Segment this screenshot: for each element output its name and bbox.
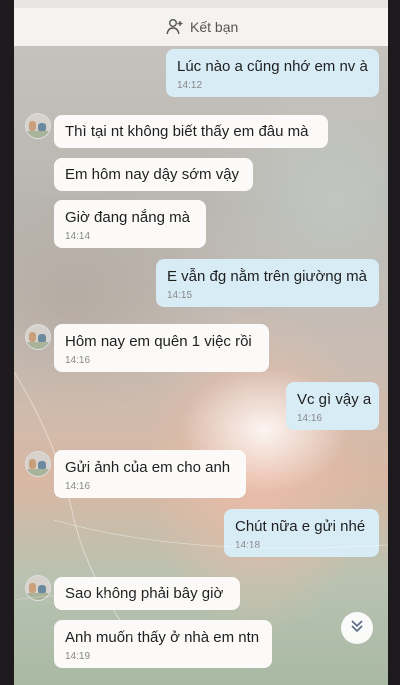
- double-chevron-down-icon: [349, 618, 365, 639]
- message-text: Em hôm nay dậy sớm vậy: [65, 166, 240, 183]
- chat-header: Kết bạn: [14, 0, 388, 46]
- message-text: Vc gì vậy a: [297, 391, 372, 408]
- scroll-to-bottom-button[interactable]: [341, 612, 373, 644]
- add-friend-button[interactable]: Kết bạn: [166, 16, 238, 38]
- message-time: 14:12: [177, 80, 203, 91]
- message-bubble-outgoing[interactable]: Lúc nào a cũng nhớ em nv à 14:12: [166, 49, 379, 97]
- message-bubble-incoming[interactable]: Anh muốn thấy ở nhà em ntn 14:19: [54, 620, 272, 668]
- message-bubble-outgoing[interactable]: E vẫn đg nằm trên giường mà 14:15: [156, 259, 379, 307]
- message-text: Sao không phải bây giờ: [65, 585, 224, 602]
- message-text: Gửi ảnh của em cho anh: [65, 459, 231, 476]
- contact-avatar[interactable]: [25, 575, 51, 601]
- message-text: Hôm nay em quên 1 việc rồi: [65, 333, 252, 350]
- message-bubble-incoming[interactable]: Giờ đang nắng mà 14:14: [54, 200, 206, 248]
- message-time: 14:14: [65, 231, 91, 242]
- message-text: Chút nữa e gửi nhé: [235, 518, 366, 535]
- person-plus-icon: [166, 18, 184, 36]
- message-time: 14:16: [65, 481, 91, 492]
- message-bubble-outgoing[interactable]: Chút nữa e gửi nhé 14:18: [224, 509, 379, 557]
- message-bubble-incoming[interactable]: Thì tại nt không biết thấy em đâu mà: [54, 115, 328, 148]
- message-bubble-incoming[interactable]: Hôm nay em quên 1 việc rồi 14:16: [54, 324, 269, 372]
- add-friend-label: Kết bạn: [190, 19, 239, 35]
- message-bubble-incoming[interactable]: Sao không phải bây giờ: [54, 577, 240, 610]
- message-text: Lúc nào a cũng nhớ em nv à: [177, 58, 368, 75]
- message-time: 14:15: [167, 290, 193, 301]
- message-time: 14:16: [297, 413, 323, 424]
- status-strip: [14, 0, 388, 8]
- contact-avatar[interactable]: [25, 113, 51, 139]
- message-time: 14:16: [65, 355, 91, 366]
- message-bubble-incoming[interactable]: Em hôm nay dậy sớm vậy: [54, 158, 253, 191]
- message-time: 14:18: [235, 540, 261, 551]
- message-time: 14:19: [65, 651, 91, 662]
- contact-avatar[interactable]: [25, 451, 51, 477]
- message-text: E vẫn đg nằm trên giường mà: [167, 268, 367, 285]
- contact-avatar[interactable]: [25, 324, 51, 350]
- message-text: Anh muốn thấy ở nhà em ntn: [65, 629, 260, 646]
- message-bubble-outgoing[interactable]: Vc gì vậy a 14:16: [286, 382, 379, 430]
- message-text: Giờ đang nắng mà: [65, 209, 190, 226]
- message-bubble-incoming[interactable]: Gửi ảnh của em cho anh 14:16: [54, 450, 246, 498]
- chat-screen: Kết bạn Lúc nào a cũng nhớ em nv à 14:12…: [14, 0, 388, 685]
- message-text: Thì tại nt không biết thấy em đâu mà: [65, 123, 309, 140]
